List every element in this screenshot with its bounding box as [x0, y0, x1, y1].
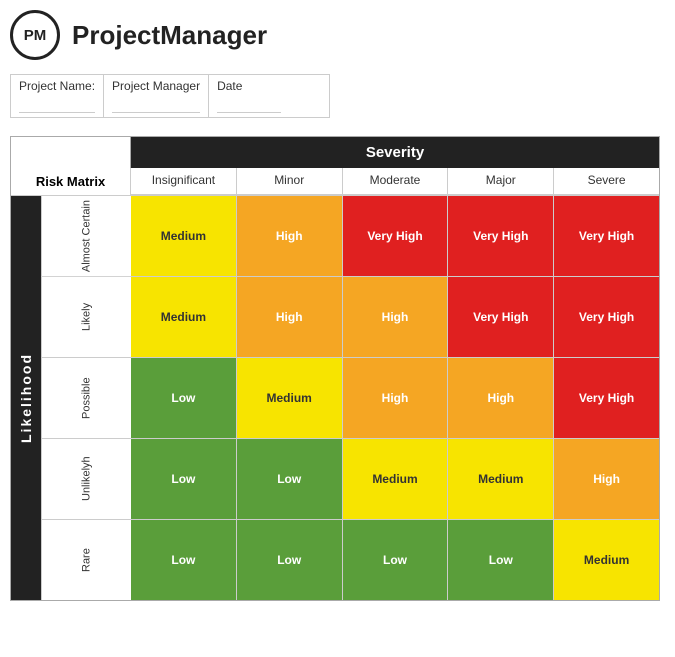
project-name-value[interactable] — [19, 93, 95, 113]
matrix-body: Likelihood Almost CertainMediumHighVery … — [11, 196, 659, 600]
matrix-row: RareLowLowLowLowMedium — [41, 520, 659, 600]
risk-matrix: Severity Severity Risk Matrix Insignific… — [10, 136, 660, 601]
risk-cell: Low — [237, 439, 343, 519]
risk-cell: Medium — [554, 520, 659, 600]
risk-cell: Medium — [131, 196, 237, 276]
severity-header: Severity — [131, 137, 659, 168]
project-name-label: Project Name: — [11, 75, 104, 117]
risk-matrix-corner-label: Severity — [11, 137, 131, 168]
risk-cell: Very High — [554, 277, 659, 357]
risk-cell: Very High — [448, 277, 554, 357]
risk-cell: Low — [448, 520, 554, 600]
risk-cell: Very High — [343, 196, 449, 276]
col-header-moderate: Moderate — [343, 168, 449, 194]
risk-matrix-label: Risk Matrix — [11, 168, 131, 195]
risk-cell: Medium — [343, 439, 449, 519]
risk-cell: High — [237, 196, 343, 276]
risk-cell: Medium — [448, 439, 554, 519]
row-label-possible: Possible — [41, 358, 131, 438]
col-header-major: Major — [448, 168, 554, 194]
project-info-bar: Project Name: Project Manager Date — [10, 74, 330, 118]
likelihood-label: Likelihood — [18, 353, 34, 443]
data-cells: LowMediumHighHighVery High — [131, 358, 659, 438]
data-cells: MediumHighVery HighVery HighVery High — [131, 196, 659, 276]
risk-cell: Low — [131, 520, 237, 600]
risk-cell: Medium — [237, 358, 343, 438]
data-cells: MediumHighHighVery HighVery High — [131, 277, 659, 357]
project-date-label: Date — [209, 75, 289, 117]
risk-cell: Low — [237, 520, 343, 600]
risk-cell: Low — [343, 520, 449, 600]
app-header: PM ProjectManager — [10, 10, 665, 60]
likelihood-label-outer: Likelihood — [11, 196, 41, 600]
col-headers: InsignificantMinorModerateMajorSevere — [131, 168, 659, 195]
matrix-row: LikelyMediumHighHighVery HighVery High — [41, 277, 659, 358]
logo-text: PM — [24, 27, 47, 44]
risk-cell: High — [343, 277, 449, 357]
risk-cell: Very High — [554, 196, 659, 276]
risk-cell: Very High — [554, 358, 659, 438]
risk-cell: High — [554, 439, 659, 519]
col-header-severe: Severe — [554, 168, 659, 194]
row-label-unlikelyh: Unlikelyh — [41, 439, 131, 519]
logo-circle: PM — [10, 10, 60, 60]
row-label-almost-certain: Almost Certain — [41, 196, 131, 276]
row-label-rare: Rare — [41, 520, 131, 600]
risk-cell: Low — [131, 358, 237, 438]
project-manager-label: Project Manager — [104, 75, 209, 117]
app-title: ProjectManager — [72, 20, 267, 51]
data-cells: LowLowLowLowMedium — [131, 520, 659, 600]
matrix-row: PossibleLowMediumHighHighVery High — [41, 358, 659, 439]
col-header-insignificant: Insignificant — [131, 168, 237, 194]
risk-cell: Medium — [131, 277, 237, 357]
risk-cell: High — [448, 358, 554, 438]
risk-cell: High — [237, 277, 343, 357]
data-cells: LowLowMediumMediumHigh — [131, 439, 659, 519]
matrix-row: UnlikelyhLowLowMediumMediumHigh — [41, 439, 659, 520]
rows-container: Almost CertainMediumHighVery HighVery Hi… — [41, 196, 659, 600]
risk-cell: Low — [131, 439, 237, 519]
project-date-value[interactable] — [217, 93, 281, 113]
row-label-likely: Likely — [41, 277, 131, 357]
risk-cell: Very High — [448, 196, 554, 276]
col-header-minor: Minor — [237, 168, 343, 194]
project-manager-value[interactable] — [112, 93, 200, 113]
risk-cell: High — [343, 358, 449, 438]
matrix-row: Almost CertainMediumHighVery HighVery Hi… — [41, 196, 659, 277]
